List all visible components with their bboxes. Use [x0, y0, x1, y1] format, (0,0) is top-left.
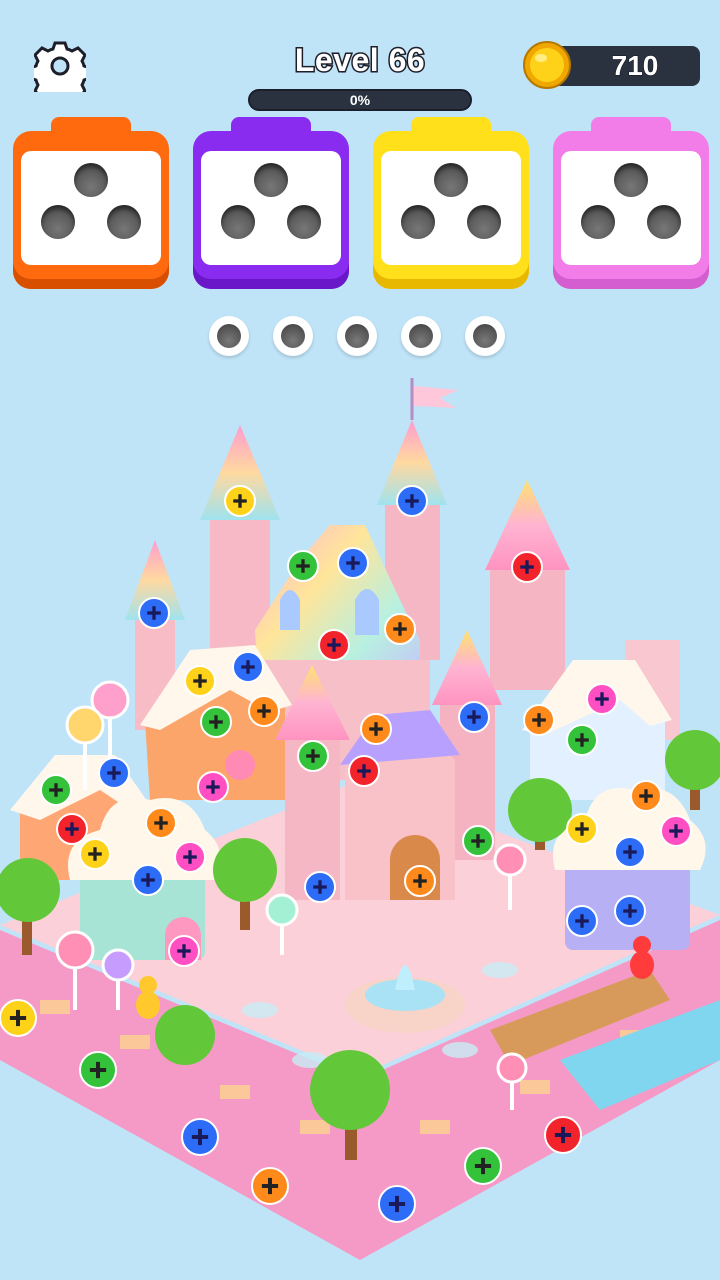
- level-title: Level 66: [293, 41, 426, 80]
- cross-screw-icon[interactable]: [197, 771, 229, 803]
- bush: [155, 1005, 215, 1065]
- box-face: [21, 151, 161, 265]
- cross-screw-icon[interactable]: [56, 813, 88, 845]
- box-face: [561, 151, 701, 265]
- cross-screw-icon[interactable]: [462, 825, 494, 857]
- cross-screw-icon[interactable]: [251, 1167, 289, 1205]
- cross-screw-icon[interactable]: [566, 724, 598, 756]
- cross-screw-icon[interactable]: [98, 757, 130, 789]
- cross-screw-icon[interactable]: [132, 864, 164, 896]
- candy-castle-scene: [0, 378, 720, 1260]
- cross-screw-icon[interactable]: [0, 999, 37, 1037]
- cross-screw-icon[interactable]: [304, 871, 336, 903]
- screw-hole: [614, 163, 648, 197]
- cross-screw-icon[interactable]: [586, 683, 618, 715]
- cross-screw-icon[interactable]: [79, 1051, 117, 1089]
- cross-screw-icon[interactable]: [297, 740, 329, 772]
- cross-screw-icon[interactable]: [337, 547, 369, 579]
- cross-screw-icon[interactable]: [614, 836, 646, 868]
- cross-screw-icon[interactable]: [464, 1147, 502, 1185]
- cross-screw-icon[interactable]: [40, 774, 72, 806]
- cross-screw-icon[interactable]: [287, 550, 319, 582]
- cross-screw-icon[interactable]: [184, 665, 216, 697]
- cross-screw-icon[interactable]: [523, 704, 555, 736]
- cross-screw-icon[interactable]: [544, 1116, 582, 1154]
- cross-screw-icon[interactable]: [168, 935, 200, 967]
- gear-icon: [28, 41, 92, 105]
- buffer-slot: [401, 316, 441, 356]
- buffer-slot: [337, 316, 377, 356]
- cross-screw-icon[interactable]: [232, 651, 264, 683]
- cross-screw-icon[interactable]: [566, 813, 598, 845]
- cross-screw-icon[interactable]: [404, 865, 436, 897]
- box-face: [381, 151, 521, 265]
- screw-hole: [221, 205, 255, 239]
- screw-box-pink[interactable]: [553, 115, 709, 291]
- cross-screw-icon[interactable]: [614, 895, 646, 927]
- gummy-bear: [630, 936, 654, 979]
- screw-hole: [434, 163, 468, 197]
- screw-hole: [647, 205, 681, 239]
- screw-box-orange[interactable]: [13, 115, 169, 291]
- screw-hole: [287, 205, 321, 239]
- screw-hole: [401, 205, 435, 239]
- screw-hole: [581, 205, 615, 239]
- cross-screw-icon[interactable]: [511, 551, 543, 583]
- coin-icon: [523, 41, 571, 89]
- settings-button[interactable]: [28, 40, 92, 105]
- cross-screw-icon[interactable]: [138, 597, 170, 629]
- screw-hole: [254, 163, 288, 197]
- buffer-slot: [273, 316, 313, 356]
- buffer-slot: [465, 316, 505, 356]
- cross-screw-icon[interactable]: [348, 755, 380, 787]
- progress-text: 0%: [349, 92, 371, 108]
- screw-hole: [467, 205, 501, 239]
- cross-screw-icon[interactable]: [566, 905, 598, 937]
- coin-count: 710: [611, 49, 659, 82]
- cross-screw-icon[interactable]: [174, 841, 206, 873]
- buffer-slot: [209, 316, 249, 356]
- cross-screw-icon[interactable]: [224, 485, 256, 517]
- screw-hole: [74, 163, 108, 197]
- cross-screw-icon[interactable]: [200, 706, 232, 738]
- gummy-bear: [136, 976, 160, 1019]
- cross-screw-icon[interactable]: [360, 713, 392, 745]
- cross-screw-icon[interactable]: [79, 838, 111, 870]
- cross-screw-icon[interactable]: [318, 629, 350, 661]
- cross-screw-icon[interactable]: [660, 815, 692, 847]
- cross-screw-icon[interactable]: [181, 1118, 219, 1156]
- cross-screw-icon[interactable]: [145, 807, 177, 839]
- box-face: [201, 151, 341, 265]
- screw-box-yellow[interactable]: [373, 115, 529, 291]
- tower-right: [490, 570, 565, 690]
- cross-screw-icon[interactable]: [396, 485, 428, 517]
- cross-screw-icon[interactable]: [384, 613, 416, 645]
- level-progress-bar: 0%: [248, 89, 472, 111]
- cross-screw-icon[interactable]: [630, 780, 662, 812]
- screw-box-purple[interactable]: [193, 115, 349, 291]
- cross-screw-icon[interactable]: [458, 701, 490, 733]
- screw-hole: [107, 205, 141, 239]
- screw-hole: [41, 205, 75, 239]
- cross-screw-icon[interactable]: [248, 695, 280, 727]
- cross-screw-icon[interactable]: [378, 1185, 416, 1223]
